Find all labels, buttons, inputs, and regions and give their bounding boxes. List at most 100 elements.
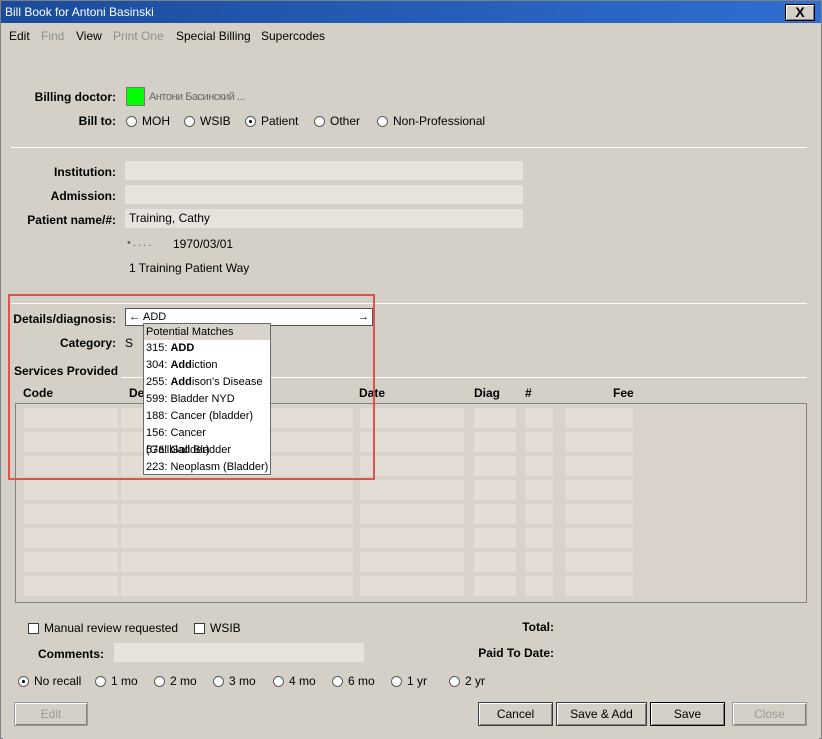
table-cell[interactable] xyxy=(474,408,516,428)
cancel-button[interactable]: Cancel xyxy=(478,702,553,726)
arrow-right-icon[interactable]: → xyxy=(358,309,369,325)
table-cell[interactable] xyxy=(525,504,553,524)
table-cell[interactable] xyxy=(24,504,118,524)
table-cell[interactable] xyxy=(525,480,553,500)
save-and-add-button[interactable]: Save & Add xyxy=(556,702,647,726)
close-button[interactable]: Close xyxy=(732,702,807,726)
dropdown-item[interactable]: 223: Neoplasm (Bladder) xyxy=(144,459,270,476)
table-cell[interactable] xyxy=(24,408,118,428)
arrow-left-icon[interactable]: ← xyxy=(129,309,140,325)
table-cell[interactable] xyxy=(360,480,464,500)
table-cell[interactable] xyxy=(360,456,464,476)
divider xyxy=(11,147,807,148)
table-cell[interactable] xyxy=(360,552,464,572)
institution-field[interactable] xyxy=(125,161,523,180)
divider xyxy=(11,303,807,304)
dropdown-item[interactable]: 156: Cancer (Gallbladder) xyxy=(144,425,270,456)
table-cell[interactable] xyxy=(525,552,553,572)
menu-supercodes[interactable]: Supercodes xyxy=(261,29,325,43)
patient-name-label: Patient name/#: xyxy=(27,213,116,227)
recall-option[interactable]: 1 yr xyxy=(391,674,427,688)
table-cell[interactable] xyxy=(474,504,516,524)
table-cell[interactable] xyxy=(565,432,633,452)
dropdown-item[interactable]: 188: Cancer (bladder) xyxy=(144,408,270,425)
dropdown-item[interactable]: 255: Addison's Disease xyxy=(144,374,270,391)
doctor-color-swatch xyxy=(126,87,145,106)
table-cell[interactable] xyxy=(360,576,464,596)
fee-column xyxy=(565,406,633,602)
potential-matches-dropdown[interactable]: Potential Matches 315: ADD 304: Addiction… xyxy=(143,323,271,475)
bill-to-other[interactable]: Other xyxy=(314,114,360,128)
table-cell[interactable] xyxy=(24,432,118,452)
table-cell[interactable] xyxy=(360,408,464,428)
table-cell[interactable] xyxy=(525,456,553,476)
admission-field[interactable] xyxy=(125,185,523,204)
diag-column xyxy=(474,406,516,602)
table-cell[interactable] xyxy=(565,576,633,596)
bill-to-wsib[interactable]: WSIB xyxy=(184,114,231,128)
dropdown-item[interactable]: 315: ADD xyxy=(144,340,270,357)
recall-option[interactable]: 6 mo xyxy=(332,674,375,688)
menu-find[interactable]: Find xyxy=(41,29,64,43)
table-cell[interactable] xyxy=(474,576,516,596)
table-cell[interactable] xyxy=(565,480,633,500)
table-cell[interactable] xyxy=(121,528,353,548)
table-cell[interactable] xyxy=(24,552,118,572)
recall-option[interactable]: No recall xyxy=(18,674,81,688)
admission-label: Admission: xyxy=(50,189,116,203)
table-cell[interactable] xyxy=(525,576,553,596)
table-cell[interactable] xyxy=(121,576,353,596)
recall-option[interactable]: 3 mo xyxy=(213,674,256,688)
table-cell[interactable] xyxy=(121,504,353,524)
bill-to-moh[interactable]: MOH xyxy=(126,114,170,128)
table-cell[interactable] xyxy=(24,528,118,548)
table-cell[interactable] xyxy=(121,480,353,500)
dropdown-item[interactable]: 304: Addiction xyxy=(144,357,270,374)
institution-label: Institution: xyxy=(54,165,116,179)
manual-review-checkbox[interactable]: Manual review requested xyxy=(28,621,178,635)
table-cell[interactable] xyxy=(474,528,516,548)
table-cell[interactable] xyxy=(525,432,553,452)
patient-name-field[interactable]: Training, Cathy xyxy=(125,209,523,228)
dropdown-item[interactable]: 576: Gall Bladder xyxy=(144,442,270,459)
table-cell[interactable] xyxy=(121,552,353,572)
wsib-checkbox[interactable]: WSIB xyxy=(194,621,241,635)
edit-button[interactable]: Edit xyxy=(14,702,88,726)
menu-print-one[interactable]: Print One xyxy=(113,29,164,43)
table-cell[interactable] xyxy=(525,408,553,428)
table-cell[interactable] xyxy=(474,480,516,500)
recall-option[interactable]: 2 yr xyxy=(449,674,485,688)
table-cell[interactable] xyxy=(565,552,633,572)
table-cell[interactable] xyxy=(24,456,118,476)
table-cell[interactable] xyxy=(360,432,464,452)
menu-special-billing[interactable]: Special Billing xyxy=(176,29,251,43)
table-cell[interactable] xyxy=(24,576,118,596)
recall-option[interactable]: 1 mo xyxy=(95,674,138,688)
save-button[interactable]: Save xyxy=(650,702,725,726)
comments-field[interactable] xyxy=(114,643,364,662)
category-value[interactable]: S xyxy=(125,336,133,350)
table-cell[interactable] xyxy=(565,528,633,548)
table-cell[interactable] xyxy=(565,504,633,524)
table-cell[interactable] xyxy=(474,552,516,572)
table-cell[interactable] xyxy=(474,456,516,476)
table-cell[interactable] xyxy=(525,528,553,548)
dropdown-header: Potential Matches xyxy=(144,324,270,340)
table-cell[interactable] xyxy=(24,480,118,500)
table-cell[interactable] xyxy=(474,432,516,452)
table-cell[interactable] xyxy=(565,456,633,476)
menu-edit[interactable]: Edit xyxy=(9,29,30,43)
content-panel xyxy=(3,49,819,739)
recall-option[interactable]: 4 mo xyxy=(273,674,316,688)
recall-option[interactable]: 2 mo xyxy=(154,674,197,688)
table-cell[interactable] xyxy=(360,528,464,548)
table-cell[interactable] xyxy=(565,408,633,428)
col-header-fee: Fee xyxy=(613,386,634,400)
dropdown-item[interactable]: 599: Bladder NYD xyxy=(144,391,270,408)
menu-view[interactable]: View xyxy=(76,29,102,43)
bill-to-patient[interactable]: Patient xyxy=(245,114,298,128)
close-window-button[interactable]: X xyxy=(785,4,815,21)
table-cell[interactable] xyxy=(360,504,464,524)
bill-to-non-professional[interactable]: Non-Professional xyxy=(377,114,485,128)
comments-label: Comments: xyxy=(37,647,104,661)
